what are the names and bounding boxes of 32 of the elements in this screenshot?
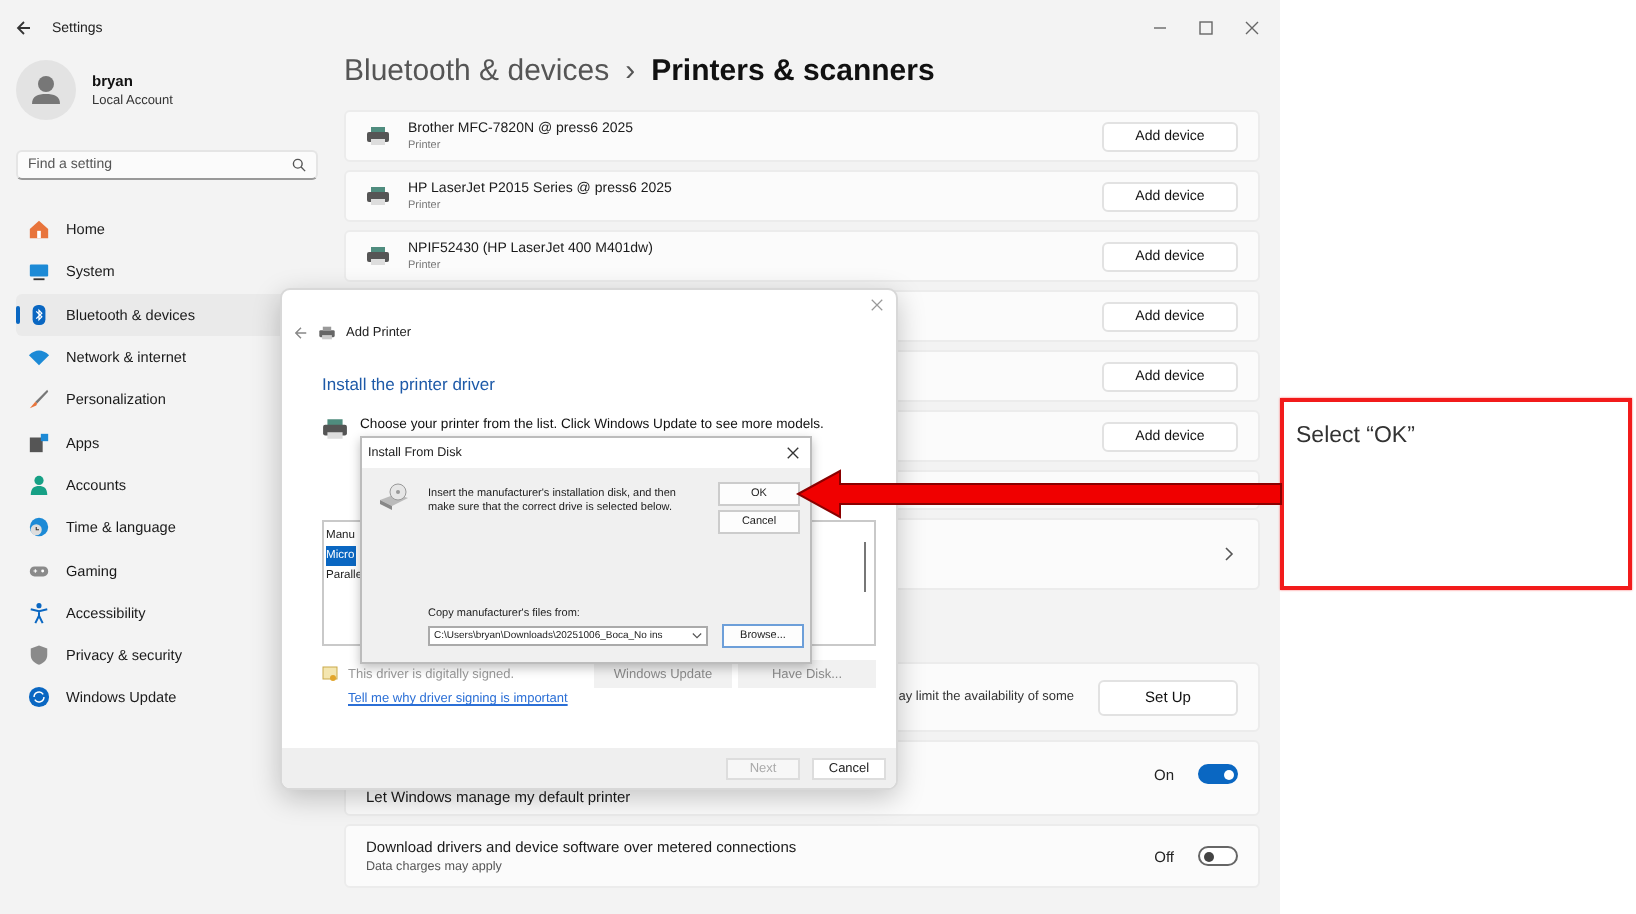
shield-icon bbox=[28, 644, 50, 667]
maximize-icon[interactable] bbox=[1198, 20, 1214, 36]
printer-icon bbox=[322, 418, 348, 440]
toggle-switch[interactable] bbox=[1198, 764, 1238, 784]
scrollbar[interactable] bbox=[863, 542, 866, 592]
bluetooth-icon bbox=[28, 303, 50, 326]
house-icon bbox=[28, 218, 50, 241]
certificate-icon bbox=[322, 666, 338, 682]
globe-clock-icon bbox=[28, 516, 50, 539]
avatar-icon bbox=[16, 60, 76, 120]
callout-text: Select “OK” bbox=[1296, 424, 1415, 448]
printer-icon bbox=[318, 326, 336, 340]
printer-icon bbox=[366, 186, 390, 206]
printer-icon bbox=[366, 246, 390, 266]
wifi-icon bbox=[28, 346, 50, 369]
dialog-heading: Install the printer driver bbox=[322, 374, 497, 394]
accessibility-icon bbox=[28, 601, 50, 624]
breadcrumb-separator: › bbox=[625, 54, 636, 88]
update-icon bbox=[28, 686, 50, 709]
chevron-right-icon bbox=[1224, 546, 1234, 562]
printer-icon bbox=[366, 126, 390, 146]
apps-icon bbox=[28, 431, 50, 454]
back-arrow-icon[interactable] bbox=[16, 20, 32, 36]
brush-icon bbox=[28, 388, 50, 411]
close-icon[interactable] bbox=[786, 446, 800, 460]
toggle-switch[interactable] bbox=[1198, 846, 1238, 866]
person-icon bbox=[28, 473, 50, 496]
breadcrumb-parent[interactable]: Bluetooth & devices bbox=[344, 54, 610, 88]
page-title: Printers & scanners bbox=[651, 54, 935, 88]
search-icon bbox=[292, 158, 306, 172]
monitor-icon bbox=[28, 260, 50, 283]
disk-drive-icon bbox=[378, 482, 410, 510]
